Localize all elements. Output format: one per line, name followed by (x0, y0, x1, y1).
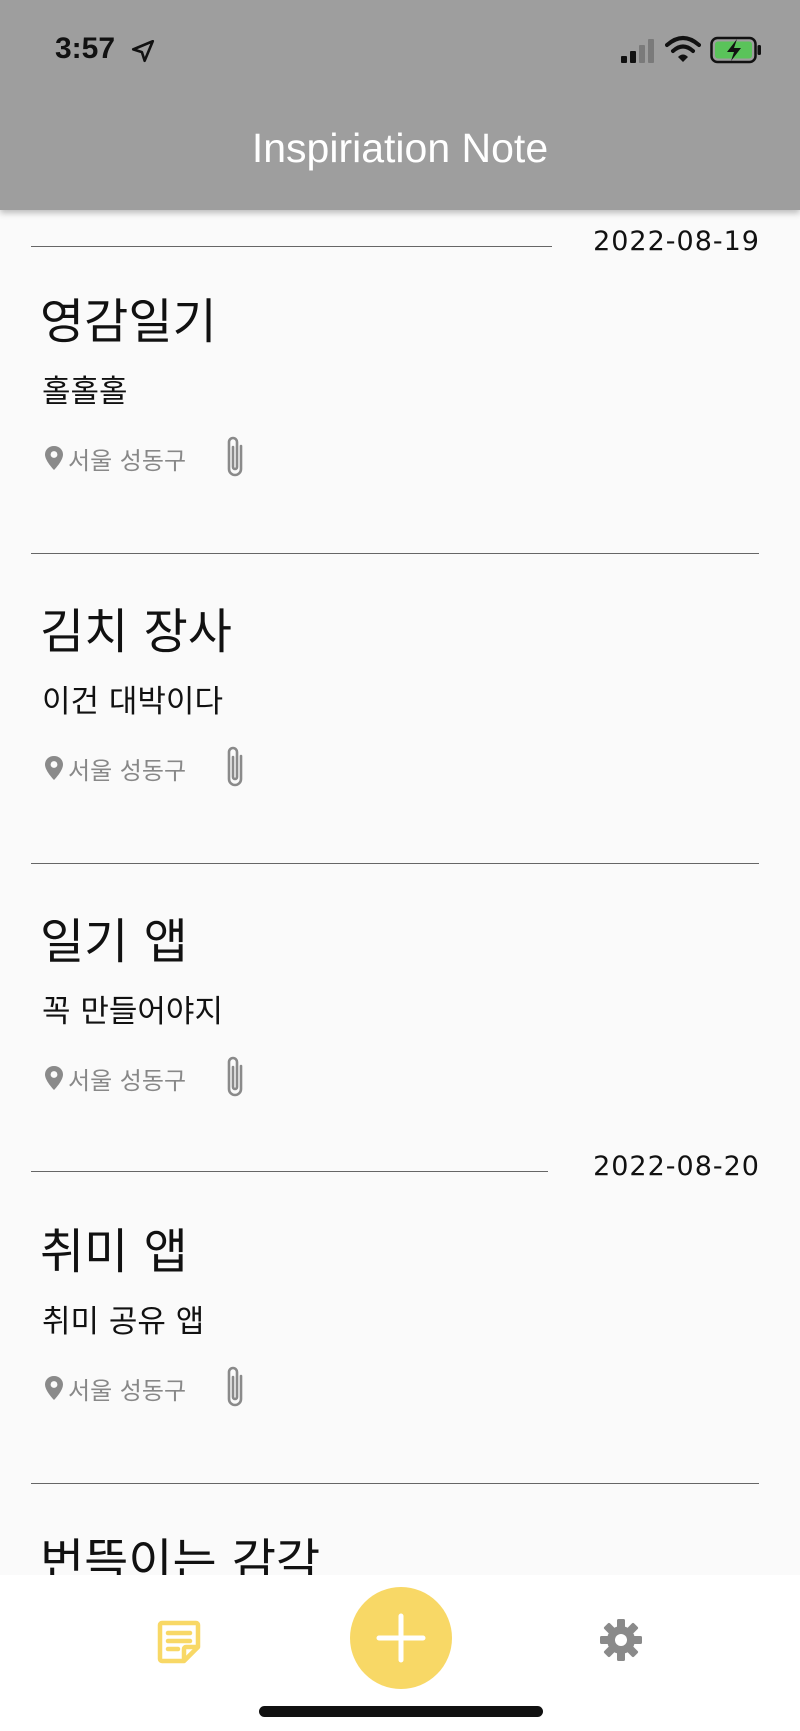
note-icon[interactable] (156, 1619, 202, 1665)
date-header: 2022-08-20 (31, 1145, 760, 1185)
date-divider (31, 246, 552, 247)
paperclip-icon[interactable] (220, 744, 250, 792)
app-title: Inspiriation Note (251, 125, 549, 171)
date-header: 2022-08-19 (31, 220, 760, 260)
note-title: 김치 장사 (40, 604, 232, 660)
notes-feed[interactable]: 2022-08-19 영감일기 홀홀홀 서울 성동구 김치 장사 이건 대박이다… (0, 210, 800, 1575)
paperclip-icon[interactable] (220, 1364, 250, 1412)
note-card[interactable]: 김치 장사 이건 대박이다 서울 성동구 (40, 592, 760, 872)
note-location: 서울 성동구 (68, 1066, 187, 1095)
note-card[interactable]: 영감일기 홀홀홀 서울 성동구 (40, 282, 760, 562)
note-meta: 서울 성동구 (44, 744, 250, 792)
location-pin-icon (45, 1376, 63, 1400)
bottom-navigation (0, 1575, 800, 1731)
note-divider (31, 553, 759, 554)
note-divider (31, 863, 759, 864)
note-card[interactable]: 번뜩이는 감각 (40, 1522, 760, 1575)
note-body: 꼭 만들어야지 (42, 994, 223, 1030)
note-location: 서울 성동구 (68, 446, 187, 475)
note-body: 이건 대박이다 (42, 684, 223, 720)
note-divider (31, 1483, 759, 1484)
location-pin-icon (45, 756, 63, 780)
paperclip-icon[interactable] (220, 1054, 250, 1102)
note-meta: 서울 성동구 (44, 434, 250, 482)
date-divider (31, 1171, 548, 1172)
note-title: 취미 앱 (40, 1224, 188, 1280)
cellular-signal-icon (621, 39, 654, 63)
home-indicator (259, 1706, 543, 1717)
note-location: 서울 성동구 (68, 756, 187, 785)
date-label: 2022-08-20 (593, 1151, 760, 1182)
add-note-button[interactable] (350, 1587, 452, 1689)
note-body: 홀홀홀 (42, 374, 128, 410)
location-arrow-icon (131, 39, 155, 63)
status-time: 3:57 (55, 32, 116, 65)
status-bar: 3:57 (0, 0, 800, 100)
note-location: 서울 성동구 (68, 1376, 187, 1405)
note-title: 번뜩이는 감각 (40, 1534, 321, 1575)
plus-icon (376, 1613, 426, 1663)
gear-icon[interactable] (599, 1618, 643, 1662)
note-title: 영감일기 (40, 294, 217, 350)
date-label: 2022-08-19 (593, 226, 760, 257)
note-meta: 서울 성동구 (44, 1054, 250, 1102)
location-pin-icon (45, 1066, 63, 1090)
note-card[interactable]: 일기 앱 꼭 만들어야지 서울 성동구 (40, 902, 760, 1182)
paperclip-icon[interactable] (220, 434, 250, 482)
app-bar: 3:57 Inspiriation Note (0, 0, 800, 210)
note-meta: 서울 성동구 (44, 1364, 250, 1412)
note-body: 취미 공유 앱 (42, 1304, 205, 1340)
location-pin-icon (45, 446, 63, 470)
battery-charging-icon (710, 36, 761, 64)
note-card[interactable]: 취미 앱 취미 공유 앱 서울 성동구 (40, 1212, 760, 1492)
wifi-icon (665, 36, 701, 62)
note-title: 일기 앱 (40, 914, 188, 970)
